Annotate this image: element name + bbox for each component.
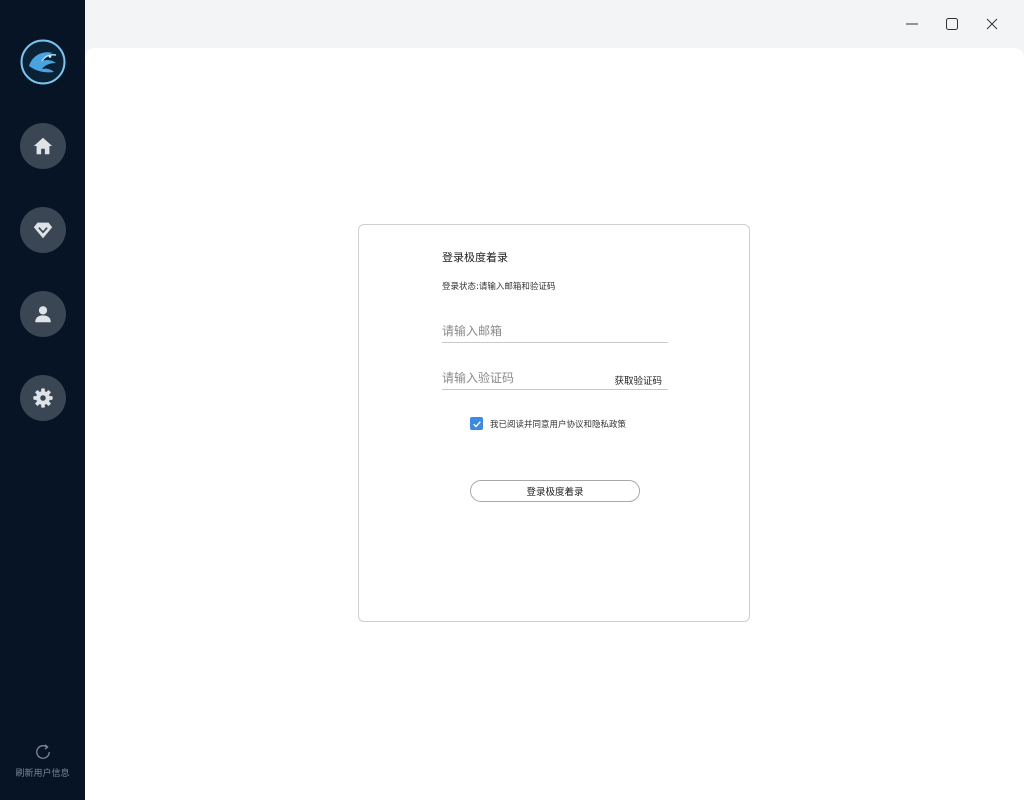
verification-code-input[interactable]	[442, 367, 602, 389]
login-card: 登录极度着录 登录状态:请输入邮箱和验证码 获取验证码 我已阅读并同意用户协议和…	[358, 224, 750, 622]
minimize-icon	[906, 23, 918, 25]
email-input[interactable]	[442, 320, 668, 342]
code-field: 获取验证码	[442, 367, 668, 390]
sidebar-item-vip[interactable]	[20, 207, 66, 253]
login-button[interactable]: 登录极度着录	[470, 480, 640, 502]
minimize-button[interactable]	[900, 12, 924, 36]
refresh-label: 刷新用户信息	[15, 769, 70, 779]
login-status: 登录状态:请输入邮箱和验证码	[442, 282, 556, 292]
app-logo-icon	[20, 39, 66, 85]
maximize-button[interactable]	[940, 12, 964, 36]
agreement-row: 我已阅读并同意用户协议和隐私政策	[470, 417, 626, 430]
gear-icon	[33, 388, 53, 408]
sidebar-item-user[interactable]	[20, 291, 66, 337]
home-icon	[33, 137, 53, 155]
refresh-user-info-button[interactable]: 刷新用户信息	[0, 742, 85, 779]
diamond-icon	[33, 222, 53, 239]
title-bar	[85, 0, 1024, 48]
user-icon	[35, 306, 51, 323]
login-title: 登录极度着录	[442, 251, 508, 264]
close-button[interactable]	[980, 12, 1004, 36]
sidebar-item-home[interactable]	[20, 123, 66, 169]
agreement-text: 我已阅读并同意用户协议和隐私政策	[490, 419, 627, 430]
agree-checkbox[interactable]	[470, 417, 483, 430]
sidebar-item-settings[interactable]	[20, 375, 66, 421]
maximize-icon	[946, 18, 958, 30]
refresh-icon	[35, 744, 50, 759]
main-content: 登录极度着录 登录状态:请输入邮箱和验证码 获取验证码 我已阅读并同意用户协议和…	[85, 48, 1024, 800]
sidebar: 刷新用户信息	[0, 0, 85, 800]
email-field	[442, 320, 668, 343]
get-code-button[interactable]: 获取验证码	[614, 373, 662, 387]
check-icon	[472, 420, 481, 427]
close-icon	[986, 18, 998, 30]
